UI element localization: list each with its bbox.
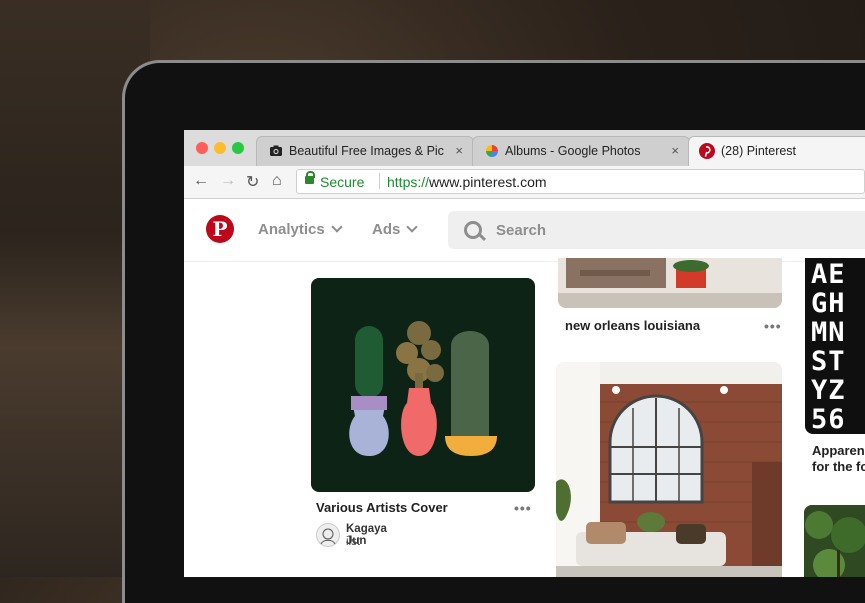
search-icon	[464, 221, 482, 239]
street-photo	[558, 258, 782, 308]
url-protocol: https://	[387, 174, 430, 190]
glyph-line: 56	[811, 404, 846, 434]
loft-photo	[556, 362, 782, 577]
pin-image-loft[interactable]	[556, 362, 782, 577]
tab-bar: Beautiful Free Images & Pictur × Albums …	[184, 130, 865, 166]
nav-analytics-label: Analytics	[258, 221, 325, 238]
divider	[379, 173, 380, 189]
pin-title[interactable]: new orleans louisiana	[565, 318, 700, 333]
forest-photo	[804, 505, 865, 577]
tab-label: Albums - Google Photos	[505, 144, 641, 158]
close-window-icon[interactable]	[196, 142, 208, 154]
glyph-line: ST	[811, 346, 846, 377]
typography-glyphs: AE GH MN ST YZ 56	[811, 260, 846, 434]
more-options-icon[interactable]: •••	[514, 500, 532, 516]
pinterest-logo[interactable]: P	[206, 215, 234, 243]
home-icon[interactable]: ⌂	[272, 172, 282, 190]
cactus-illustration	[349, 321, 497, 456]
address-bar: ← → ↻ ⌂ Secure https://www.pinterest.com	[184, 166, 865, 199]
url-text: https://www.pinterest.com	[387, 174, 547, 190]
pin-image-street[interactable]	[558, 258, 782, 308]
pin-board-name[interactable]: ilst	[346, 536, 360, 548]
maximize-window-icon[interactable]	[232, 142, 244, 154]
glyph-line: AE	[811, 259, 846, 290]
close-tab-icon[interactable]: ×	[671, 143, 679, 158]
avatar[interactable]	[316, 523, 340, 547]
nav-ads-label: Ads	[372, 221, 401, 238]
camera-icon	[270, 145, 282, 156]
reload-icon[interactable]: ↻	[246, 172, 259, 192]
pinterest-header: P Analytics Ads Search	[184, 199, 865, 262]
pin-title[interactable]: Various Artists Cover	[316, 500, 448, 515]
back-icon[interactable]: ←	[193, 172, 209, 190]
search-placeholder: Search	[496, 222, 547, 239]
secure-label: Secure	[320, 174, 365, 190]
url-domain: www.pinterest.com	[429, 174, 547, 190]
glyph-line: MN	[811, 317, 846, 348]
tab-pinterest[interactable]: (28) Pinterest	[688, 136, 865, 166]
forward-icon[interactable]: →	[220, 172, 236, 190]
glyph-line: YZ	[811, 375, 846, 406]
more-options-icon[interactable]: •••	[764, 318, 782, 334]
pin-image-typography[interactable]: AE GH MN ST YZ 56	[805, 258, 865, 434]
pin-title-line1[interactable]: Apparen	[812, 443, 865, 458]
chevron-down-icon	[331, 221, 343, 233]
lock-icon	[305, 171, 315, 184]
tab-label: Beautiful Free Images & Pictur	[289, 144, 444, 158]
google-photos-icon	[486, 145, 498, 157]
browser-window: Beautiful Free Images & Pictur × Albums …	[184, 130, 865, 577]
minimize-window-icon[interactable]	[214, 142, 226, 154]
pin-image-cactus[interactable]	[311, 278, 535, 492]
nav-ads[interactable]: Ads	[372, 221, 419, 238]
glyph-line: GH	[811, 288, 846, 319]
tab-google-photos[interactable]: Albums - Google Photos ×	[472, 136, 690, 166]
pinterest-icon	[699, 143, 715, 159]
avatar-sketch-icon	[320, 528, 336, 545]
pin-image-forest[interactable]	[804, 505, 865, 577]
nav-analytics[interactable]: Analytics	[258, 221, 343, 238]
tab-unsplash[interactable]: Beautiful Free Images & Pictur ×	[256, 136, 474, 166]
chevron-down-icon	[406, 221, 419, 233]
search-input[interactable]: Search	[448, 211, 865, 249]
close-tab-icon[interactable]: ×	[455, 143, 463, 158]
url-input[interactable]: Secure https://www.pinterest.com	[296, 169, 865, 194]
tab-label: (28) Pinterest	[721, 144, 797, 158]
pin-title-line2[interactable]: for the fo	[812, 459, 865, 474]
